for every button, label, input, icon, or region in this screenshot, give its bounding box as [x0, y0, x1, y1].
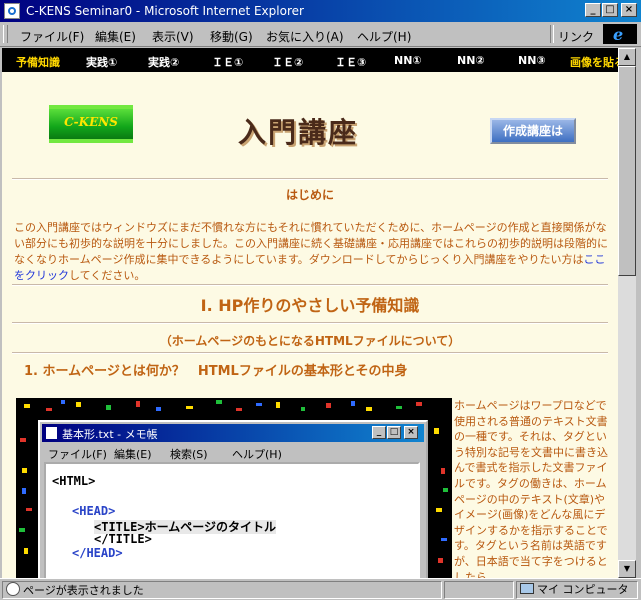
notepad-minimize-button: _ — [372, 426, 386, 439]
minimize-button[interactable]: _ — [585, 3, 601, 17]
menu-favorites[interactable]: お気に入り(A) — [266, 28, 344, 45]
c-kens-logo[interactable]: C-KENS — [49, 105, 133, 143]
window-title: C-KENS Seminar0 - Microsoft Internet Exp… — [26, 4, 304, 18]
code-line: <HTML> — [52, 474, 96, 488]
notepad-text-area: <HTML> <HEAD> <TITLE>ホームページのタイトル </TITLE… — [44, 462, 420, 578]
divider — [12, 322, 608, 324]
explanation-text: ホームページはワープロなどで使用される普通のテキスト文書の一種です。それは、タグ… — [454, 399, 608, 578]
scroll-up-button[interactable]: ▲ — [618, 48, 636, 66]
nav-link-ie-1[interactable]: ＩＥ① — [212, 54, 243, 70]
code-line: <HEAD> — [72, 504, 116, 518]
notepad-menu-file: ファイル(F) — [48, 448, 107, 461]
section-heading: 1. ホームページとは何か？ HTMLファイルの基本形とその中身 — [24, 364, 408, 379]
menu-edit[interactable]: 編集(E) — [95, 28, 136, 45]
nav-link-ie-2[interactable]: ＩＥ② — [272, 54, 303, 70]
status-zone-pane: マイ コンピュータ — [516, 581, 638, 599]
notepad-window: 基本形.txt - メモ帳 _ □ × ファイル(F) 編集(E) 検索(S) … — [38, 420, 428, 578]
nav-link-nn-1[interactable]: NN① — [394, 54, 422, 67]
ie-window-icon[interactable] — [4, 3, 20, 19]
notepad-menu-edit: 編集(E) — [114, 448, 152, 461]
status-text: ページが表示されました — [23, 584, 144, 597]
notepad-title: 基本形.txt - メモ帳 — [62, 428, 158, 441]
notepad-close-button: × — [404, 426, 418, 439]
menu-bar: ファイル(F) 編集(E) 表示(V) 移動(G) お気に入り(A) ヘルプ(H… — [0, 22, 641, 47]
notepad-menu-bar: ファイル(F) 編集(E) 検索(S) ヘルプ(H) — [42, 444, 424, 461]
menu-file[interactable]: ファイル(F) — [20, 28, 84, 45]
creation-course-button[interactable]: 作成講座は — [490, 118, 576, 144]
notepad-icon — [46, 427, 57, 439]
status-pane-empty — [444, 581, 514, 599]
logo-text: C-KENS — [64, 115, 118, 129]
scroll-down-button[interactable]: ▼ — [618, 560, 636, 578]
scroll-thumb[interactable] — [618, 66, 636, 276]
status-message-pane: ページが表示されました — [2, 581, 442, 599]
intro-text-end: してください。 — [69, 269, 146, 282]
code-line: </TITLE> — [94, 532, 152, 546]
toolbar-grip[interactable] — [3, 25, 8, 43]
menu-help[interactable]: ヘルプ(H) — [357, 28, 411, 45]
section-title: Ⅰ. HP作りのやさしい予備知識 — [200, 296, 420, 315]
divider — [12, 352, 608, 354]
page-title: 入門講座 — [238, 116, 359, 149]
nav-link-basics[interactable]: 予備知識 — [16, 54, 60, 70]
intro-text: この入門講座ではウィンドウズにまだ不慣れな方にもそれに慣れていただくために、ホー… — [14, 221, 608, 266]
notepad-menu-help: ヘルプ(H) — [232, 448, 282, 461]
toolbar-separator — [550, 25, 554, 43]
notepad-maximize-button: □ — [387, 426, 401, 439]
zone-text: マイ コンピュータ — [537, 583, 629, 596]
nav-link-practice-2[interactable]: 実践② — [148, 54, 179, 70]
notepad-menu-search: 検索(S) — [170, 448, 208, 461]
menu-go[interactable]: 移動(G) — [210, 28, 253, 45]
notepad-title-bar: 基本形.txt - メモ帳 _ □ × — [42, 424, 424, 442]
notepad-screenshot-figure: 基本形.txt - メモ帳 _ □ × ファイル(F) 編集(E) 検索(S) … — [16, 398, 452, 578]
computer-icon — [520, 583, 534, 594]
site-nav-bar: 予備知識 実践① 実践② ＩＥ① ＩＥ② ＩＥ③ NN① NN② NN③ 画像を… — [2, 48, 618, 72]
title-bar: C-KENS Seminar0 - Microsoft Internet Exp… — [0, 0, 641, 22]
links-button[interactable]: リンク — [558, 28, 594, 45]
divider — [12, 284, 608, 286]
vertical-scrollbar[interactable]: ▲ ▼ — [618, 48, 636, 578]
code-line: </HEAD> — [72, 546, 123, 560]
section-subtitle: （ホームページのもとになるHTMLファイルについて） — [159, 334, 461, 348]
divider — [12, 178, 608, 180]
ie-throbber-icon: e — [603, 24, 637, 44]
nav-link-nn-2[interactable]: NN② — [457, 54, 485, 67]
nav-link-practice-1[interactable]: 実践① — [86, 54, 117, 70]
maximize-button[interactable]: □ — [602, 3, 618, 17]
nav-link-paste-image[interactable]: 画像を貼る — [570, 54, 618, 70]
menu-view[interactable]: 表示(V) — [152, 28, 194, 45]
page-loaded-icon — [6, 582, 20, 596]
intro-paragraph: この入門講座ではウィンドウズにまだ不慣れな方にもそれに慣れていただくために、ホー… — [14, 220, 614, 284]
nav-link-ie-3[interactable]: ＩＥ③ — [335, 54, 366, 70]
close-button[interactable]: × — [621, 3, 637, 17]
intro-heading: はじめに — [285, 188, 334, 202]
status-bar: ページが表示されました マイ コンピュータ — [0, 578, 641, 600]
nav-link-nn-3[interactable]: NN③ — [518, 54, 546, 67]
page-content: 予備知識 実践① 実践② ＩＥ① ＩＥ② ＩＥ③ NN① NN② NN③ 画像を… — [2, 48, 618, 578]
